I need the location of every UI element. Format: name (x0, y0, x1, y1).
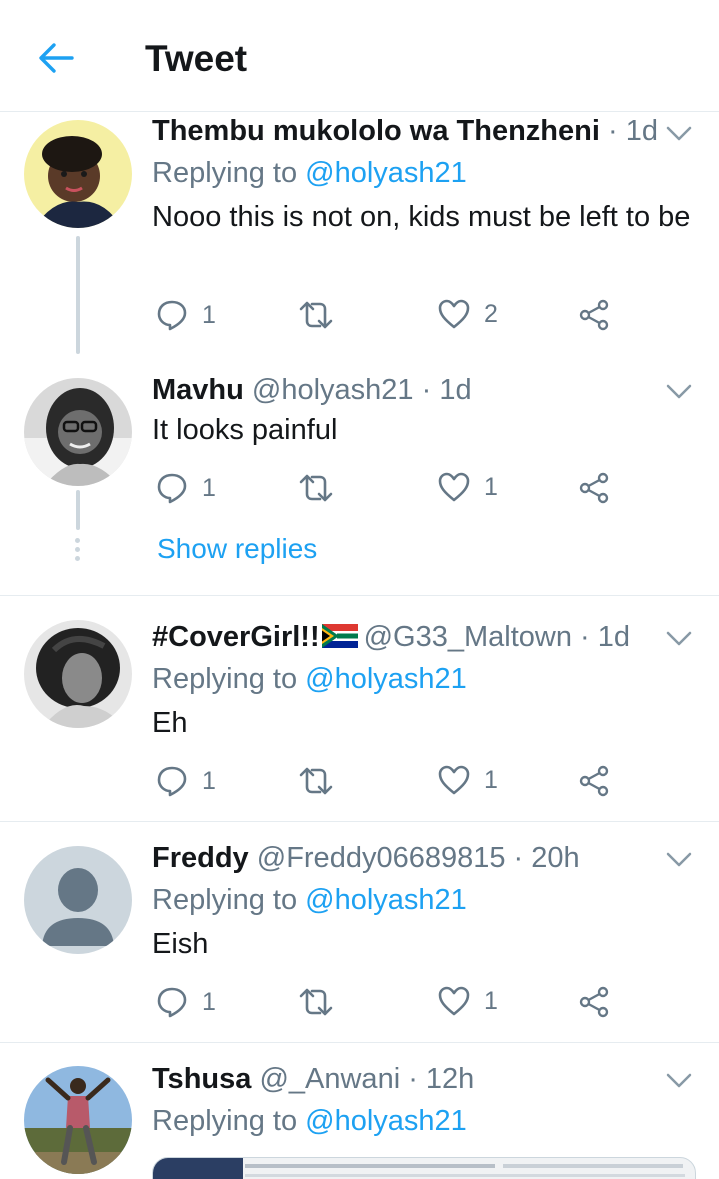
reply-button[interactable]: 1 (156, 472, 216, 504)
retweet-icon (299, 301, 333, 329)
thread-line (76, 490, 80, 530)
reply-button[interactable]: 1 (156, 299, 216, 331)
share-button[interactable] (579, 986, 611, 1018)
share-icon (579, 472, 609, 504)
reply-icon (157, 987, 187, 1018)
share-button[interactable] (579, 299, 611, 331)
replying-to-label: Replying to (152, 1105, 298, 1137)
author-name[interactable]: Mavhu (152, 374, 244, 406)
author-name[interactable]: #CoverGirl!! (152, 621, 320, 653)
author-handle[interactable]: @holyash21 (252, 374, 414, 406)
share-button[interactable] (579, 765, 611, 797)
chevron-down-icon[interactable] (664, 627, 694, 649)
reply-icon (157, 300, 187, 331)
timestamp[interactable]: 12h (426, 1063, 474, 1095)
retweet-button[interactable] (298, 986, 334, 1018)
reply-button[interactable]: 1 (156, 765, 216, 797)
retweet-button[interactable] (298, 765, 334, 797)
timestamp[interactable]: 20h (531, 842, 579, 874)
heart-icon (438, 299, 470, 329)
author-handle[interactable]: @Freddy06689815 (257, 842, 506, 874)
share-button[interactable] (579, 472, 611, 504)
reply-count: 1 (202, 300, 216, 329)
mention-link[interactable]: @holyash21 (305, 157, 467, 189)
chevron-down-icon[interactable] (664, 1069, 694, 1091)
reply-count: 1 (202, 473, 216, 502)
divider (0, 1042, 719, 1043)
share-icon (579, 765, 609, 797)
tweet-text: Eish (152, 928, 209, 960)
avatar[interactable] (24, 620, 132, 728)
like-button[interactable]: 1 (438, 986, 498, 1016)
timestamp[interactable]: 1d (626, 115, 658, 147)
thread-line (76, 236, 80, 354)
author-name[interactable]: Thembu mukololo wa Thenzheni (152, 115, 600, 147)
heart-icon (438, 472, 470, 502)
divider (0, 595, 719, 596)
avatar[interactable] (24, 120, 132, 228)
like-count: 1 (484, 765, 498, 794)
author-name[interactable]: Tshusa (152, 1063, 251, 1095)
like-button[interactable]: 2 (438, 299, 498, 329)
like-count: 1 (484, 986, 498, 1015)
avatar[interactable] (24, 1066, 132, 1174)
flag-south-africa-icon (321, 624, 358, 648)
mention-link[interactable]: @holyash21 (305, 884, 467, 916)
retweet-button[interactable] (298, 472, 334, 504)
timestamp[interactable]: 1d (439, 374, 471, 406)
chevron-down-icon[interactable] (664, 122, 694, 144)
mention-link[interactable]: @holyash21 (305, 663, 467, 695)
replying-to-label: Replying to (152, 884, 298, 916)
retweet-icon (299, 988, 333, 1016)
reply-count: 1 (202, 766, 216, 795)
share-icon (579, 986, 609, 1018)
tweet-text: It looks painful (152, 414, 338, 446)
heart-icon (438, 986, 470, 1016)
divider (0, 821, 719, 822)
replying-to-label: Replying to (152, 157, 298, 189)
retweet-icon (299, 767, 333, 795)
reply-icon (157, 766, 187, 797)
author-handle[interactable]: @_Anwani (259, 1063, 400, 1095)
chevron-down-icon[interactable] (664, 380, 694, 402)
avatar[interactable] (24, 378, 132, 486)
tweet-text: Eh (152, 707, 188, 739)
like-count: 1 (484, 472, 498, 501)
page-title: Tweet (145, 38, 248, 79)
mention-link[interactable]: @holyash21 (305, 1105, 467, 1137)
show-replies-link[interactable]: Show replies (157, 533, 317, 565)
back-button[interactable] (30, 34, 82, 82)
like-button[interactable]: 1 (438, 765, 498, 795)
author-name[interactable]: Freddy (152, 842, 249, 874)
default-avatar[interactable] (24, 846, 132, 954)
tweet-text: Nooo this is not on, kids must be left t… (152, 201, 691, 233)
reply-button[interactable]: 1 (156, 986, 216, 1018)
media-attachment[interactable] (152, 1157, 696, 1179)
replying-to-label: Replying to (152, 663, 298, 695)
retweet-icon (299, 474, 333, 502)
reply-icon (157, 473, 187, 504)
arrow-left-icon (39, 43, 74, 73)
like-count: 2 (484, 299, 498, 328)
top-bar: Tweet (0, 0, 719, 112)
thread-dots (75, 538, 81, 565)
chevron-down-icon[interactable] (664, 848, 694, 870)
author-handle[interactable]: @G33_Maltown (364, 621, 572, 653)
timestamp[interactable]: 1d (598, 621, 630, 653)
retweet-button[interactable] (298, 299, 334, 331)
heart-icon (438, 765, 470, 795)
like-button[interactable]: 1 (438, 472, 498, 502)
reply-count: 1 (202, 987, 216, 1016)
share-icon (579, 299, 609, 331)
